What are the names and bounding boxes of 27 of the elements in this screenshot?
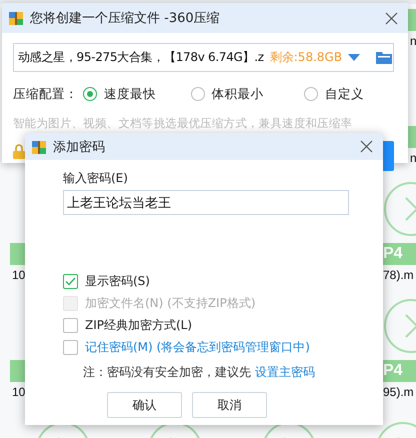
- file-name[interactable]: n: [410, 34, 416, 48]
- file-name[interactable]: 78).m: [383, 268, 414, 282]
- file-name[interactable]: 10: [12, 268, 26, 282]
- free-space: 剩余:58.8GB: [270, 49, 342, 66]
- file-name[interactable]: 95).m: [383, 385, 414, 399]
- config-radio[interactable]: 自定义: [304, 86, 394, 102]
- path-field[interactable]: 动感之星，95-275大合集，【178v 6.74G】.z 剩余:58.8GB: [13, 43, 394, 72]
- confirm-button[interactable]: 确认: [107, 392, 182, 418]
- option-checkbox[interactable]: 记住密码(M) (将会备忘到密码管理窗口中): [63, 339, 349, 356]
- config-radio[interactable]: 速度最快: [82, 86, 191, 102]
- option-checkbox[interactable]: 显示密码(S): [63, 273, 349, 290]
- option-checkbox[interactable]: ZIP经典加密方式(L): [63, 317, 349, 334]
- note-text: 注：密码没有安全加密，建议先: [83, 364, 251, 381]
- config-hint: 智能为图片、视频、文档等挑选最优压缩方式，兼具速度和压缩率: [13, 116, 354, 131]
- file-name[interactable]: n: [410, 151, 416, 165]
- config-radio[interactable]: 体积最小: [190, 86, 304, 102]
- window-title: 您将创建一个压缩文件 -360压缩: [30, 10, 221, 27]
- cancel-button[interactable]: 取消: [192, 392, 267, 418]
- path-value: 动感之星，95-275大合集，【178v 6.74G】.z: [18, 49, 264, 66]
- file-type-badge: P4: [383, 360, 416, 382]
- master-password-link[interactable]: 设置主密码: [255, 364, 315, 381]
- file-name[interactable]: 10: [12, 385, 26, 399]
- config-label: 压缩配置：: [13, 86, 79, 102]
- file-type-badge: P4: [383, 243, 416, 265]
- password-field[interactable]: 上老王论坛当老王: [63, 190, 349, 215]
- dialog-title: 添加密码: [53, 138, 106, 156]
- password-label: 输入密码(E): [63, 170, 129, 187]
